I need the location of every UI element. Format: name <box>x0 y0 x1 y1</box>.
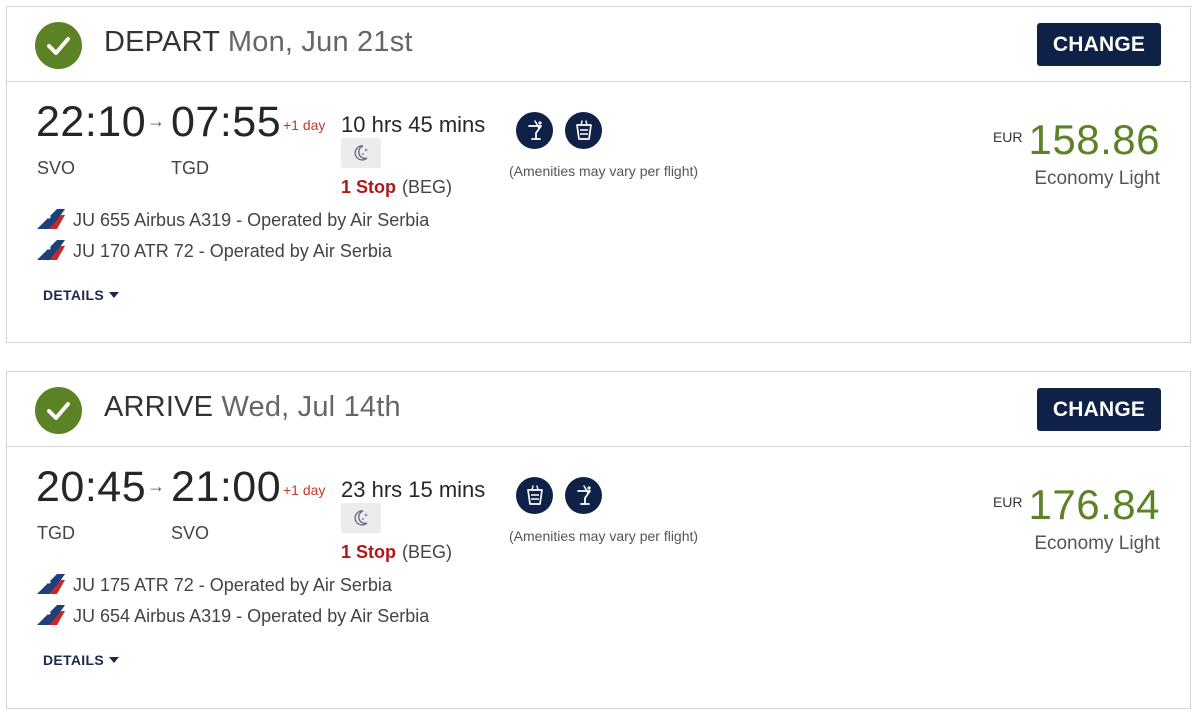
change-button[interactable]: CHANGE <box>1037 388 1161 431</box>
depart-flight-card: DEPART Mon, Jun 21st CHANGE 22:10 → 07:5… <box>6 6 1191 343</box>
operator: Operated by Air Serbia <box>209 241 392 261</box>
flight-segment: JU 655 Airbus A319- Operated by Air Serbi… <box>35 207 429 233</box>
price-amount: 158.86 <box>1028 116 1160 163</box>
price-currency: EUR <box>992 129 1023 145</box>
change-button[interactable]: CHANGE <box>1037 23 1161 66</box>
flight-card-header: ARRIVE Wed, Jul 14th CHANGE <box>7 372 1190 447</box>
amenities-note: (Amenities may vary per flight) <box>509 528 699 544</box>
arrival-time: 07:55 <box>171 98 282 146</box>
airline-tail-icon <box>35 603 67 627</box>
next-day-indicator: +1 day <box>283 482 326 498</box>
stopover-airport: (BEG) <box>402 542 453 562</box>
fare-price[interactable]: EUR 158.86 <box>993 116 1160 164</box>
flight-segment: JU 170 ATR 72- Operated by Air Serbia <box>35 238 392 264</box>
moon-stars-icon <box>341 138 381 168</box>
aircraft-type: ATR 72 <box>134 241 194 261</box>
flight-number: JU 655 <box>73 210 131 230</box>
flight-duration: 10 hrs 45 mins <box>341 112 486 137</box>
details-toggle[interactable]: DETAILS <box>43 287 119 303</box>
flight-number: JU 175 <box>73 575 131 595</box>
arrow-right-icon: → <box>147 476 165 496</box>
airline-tail-icon <box>35 207 67 231</box>
journey-direction-label: ARRIVE <box>104 391 214 423</box>
details-toggle[interactable]: DETAILS <box>43 652 119 668</box>
fare-class: Economy Light <box>1034 533 1160 554</box>
origin-airport-code: TGD <box>37 523 75 543</box>
details-label: DETAILS <box>43 287 104 303</box>
price-currency: EUR <box>992 494 1023 510</box>
journey-title: DEPART Mon, Jun 21st <box>104 26 413 59</box>
check-icon <box>35 387 82 434</box>
airline-tail-icon <box>35 572 67 596</box>
stopover-airport: (BEG) <box>402 177 453 197</box>
airline-tail-icon <box>35 238 67 262</box>
operator: Operated by Air Serbia <box>247 606 430 626</box>
flight-segment: JU 654 Airbus A319- Operated by Air Serbi… <box>35 603 429 629</box>
journey-date: Wed, Jul 14th <box>221 391 401 423</box>
arrow-right-icon: → <box>147 111 165 131</box>
departure-time: 22:10 <box>36 98 147 146</box>
origin-airport-code: SVO <box>37 158 76 178</box>
destination-airport-code: SVO <box>171 523 210 543</box>
journey-title: ARRIVE Wed, Jul 14th <box>104 391 401 424</box>
check-icon <box>35 22 82 69</box>
caret-down-icon <box>108 292 119 298</box>
amenities-note: (Amenities may vary per flight) <box>509 163 699 179</box>
aircraft-type: Airbus A319 <box>134 606 232 626</box>
aircraft-type: Airbus A319 <box>134 210 232 230</box>
meal-icon <box>565 112 602 149</box>
flight-segment: JU 175 ATR 72- Operated by Air Serbia <box>35 572 392 598</box>
drink-icon <box>516 112 553 149</box>
moon-stars-icon <box>341 503 381 533</box>
next-day-indicator: +1 day <box>283 117 326 133</box>
aircraft-type: ATR 72 <box>134 575 194 595</box>
fare-price[interactable]: EUR 176.84 <box>993 481 1160 529</box>
price-amount: 176.84 <box>1028 481 1160 528</box>
fare-class: Economy Light <box>1034 168 1160 189</box>
stop-count[interactable]: 1 Stop <box>341 542 396 563</box>
arrival-time: 21:00 <box>171 463 282 511</box>
operator: Operated by Air Serbia <box>209 575 392 595</box>
stop-count[interactable]: 1 Stop <box>341 177 396 198</box>
flight-number: JU 170 <box>73 241 131 261</box>
journey-date: Mon, Jun 21st <box>227 26 413 58</box>
flight-number: JU 654 <box>73 606 131 626</box>
departure-time: 20:45 <box>36 463 147 511</box>
details-label: DETAILS <box>43 652 104 668</box>
caret-down-icon <box>108 657 119 663</box>
flight-card-header: DEPART Mon, Jun 21st CHANGE <box>7 7 1190 82</box>
journey-direction-label: DEPART <box>104 26 220 58</box>
operator: Operated by Air Serbia <box>247 210 430 230</box>
meal-icon <box>516 477 553 514</box>
destination-airport-code: TGD <box>171 158 209 178</box>
flight-duration: 23 hrs 15 mins <box>341 477 486 502</box>
arrive-flight-card: ARRIVE Wed, Jul 14th CHANGE 20:45 → 21:0… <box>6 371 1191 709</box>
drink-icon <box>565 477 602 514</box>
